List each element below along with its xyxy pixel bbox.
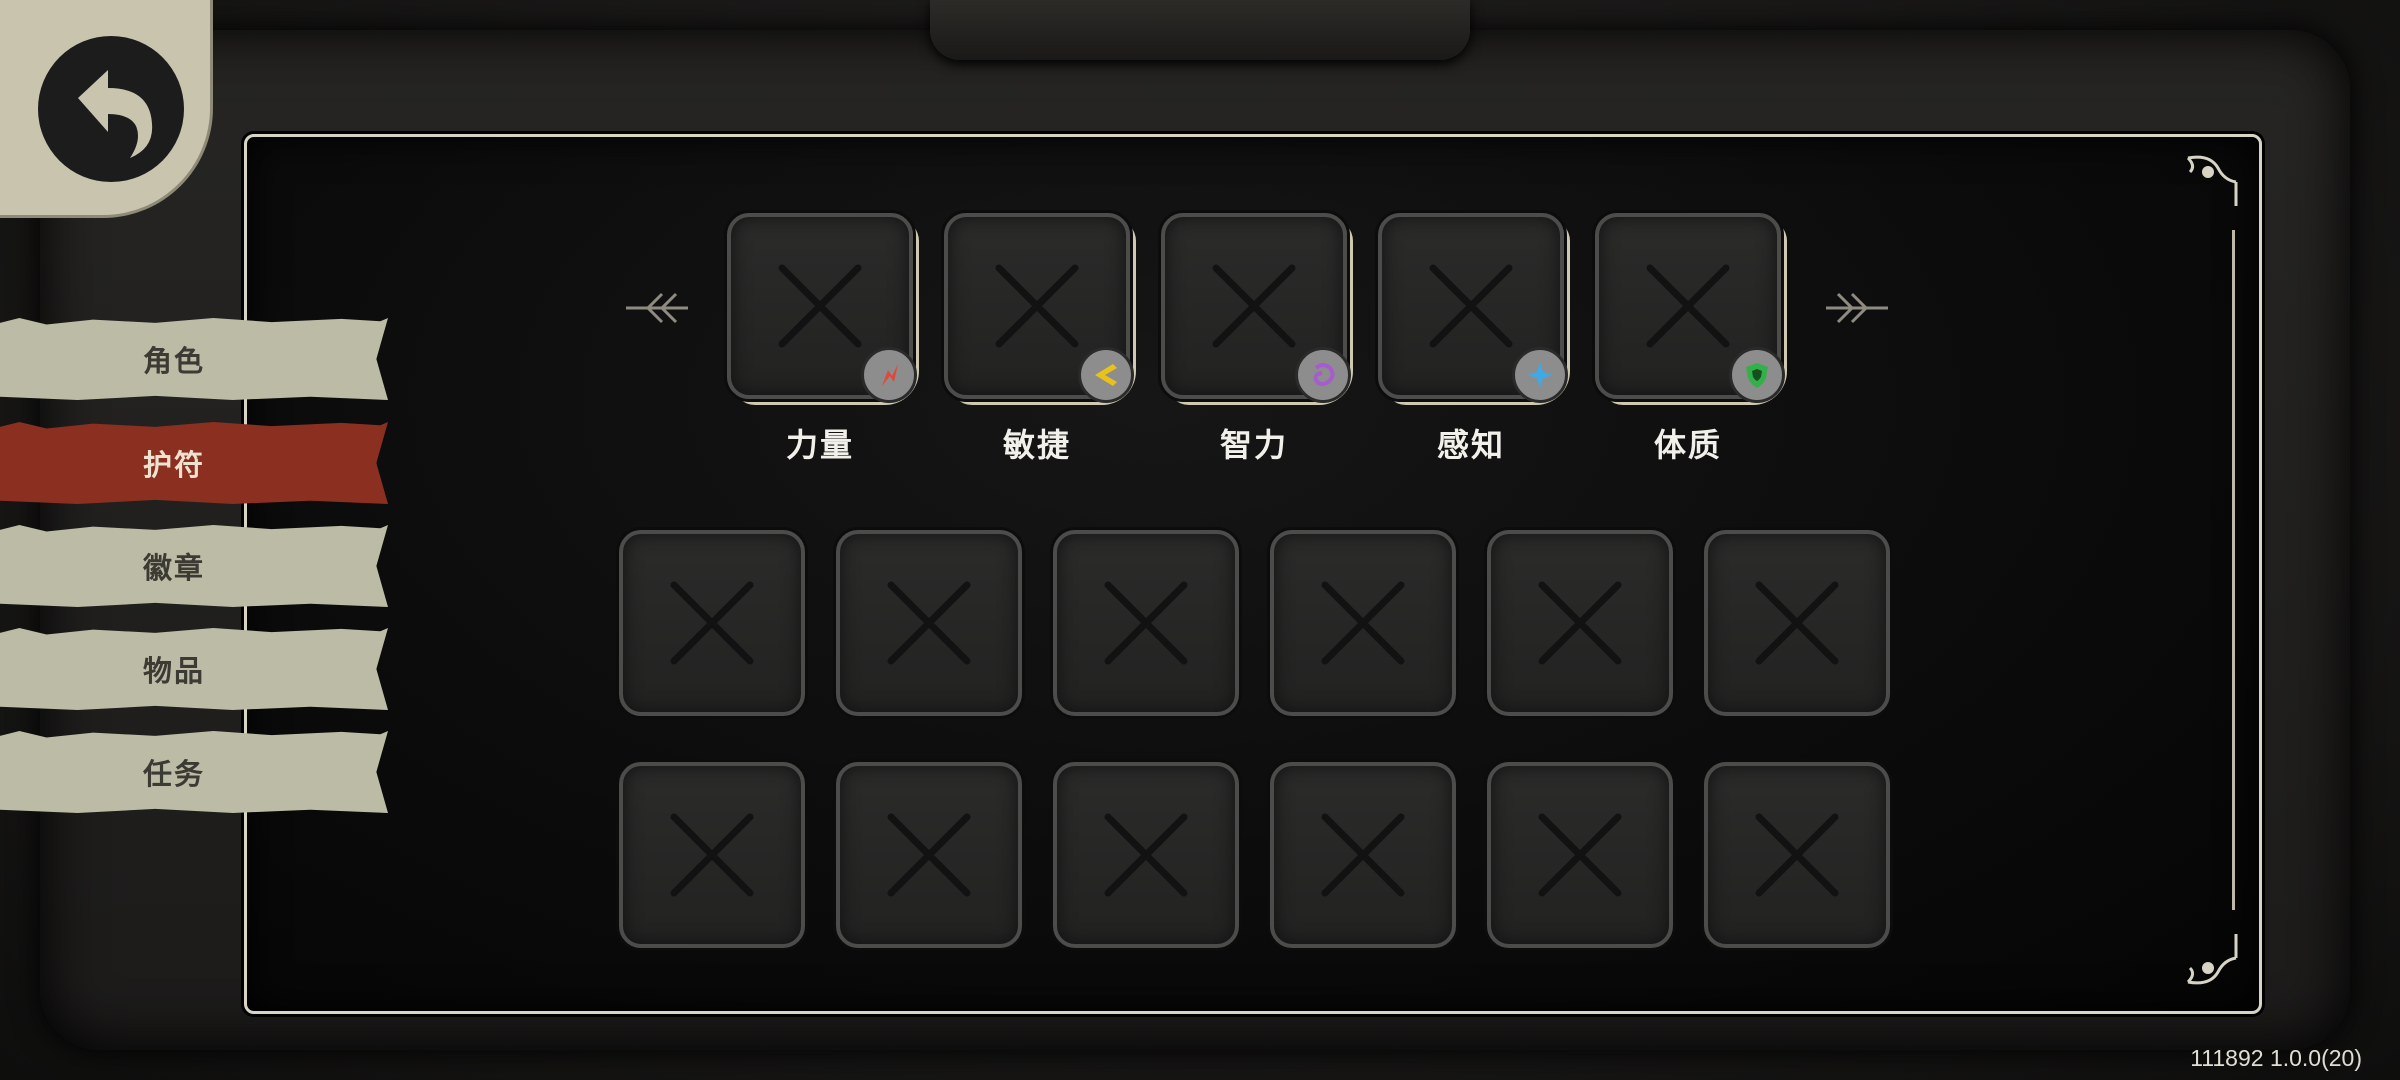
- tab-items[interactable]: 物品: [0, 628, 388, 710]
- strength-icon: [861, 347, 917, 403]
- corner-ornament-icon: [2186, 155, 2238, 206]
- empty-slot-x-icon: [1104, 581, 1188, 665]
- previous-arrow-icon[interactable]: [622, 288, 692, 328]
- attribute-slot-intellect[interactable]: [1161, 213, 1351, 403]
- intellect-icon: [1295, 347, 1351, 403]
- next-arrow-icon[interactable]: [1822, 288, 1892, 328]
- amulet-slot[interactable]: [1487, 762, 1673, 948]
- perception-icon: [1512, 347, 1568, 403]
- empty-slot-x-icon: [887, 813, 971, 897]
- attribute-slot-constitution[interactable]: [1595, 213, 1785, 403]
- attribute-slot-perception[interactable]: [1378, 213, 1568, 403]
- empty-slot-x-icon: [1538, 813, 1622, 897]
- top-ornament: [930, 0, 1470, 60]
- empty-slot-x-icon: [1646, 264, 1730, 348]
- amulet-slot[interactable]: [1270, 762, 1456, 948]
- amulet-slot[interactable]: [619, 762, 805, 948]
- attribute-label-perception: 感知: [1436, 426, 1505, 464]
- amulet-slot[interactable]: [1704, 762, 1890, 948]
- version-label: 111892 1.0.0(20): [2190, 1045, 2362, 1071]
- corner-ornament-icon: [2186, 934, 2238, 985]
- amulet-slot[interactable]: [836, 530, 1022, 716]
- back-button[interactable]: [0, 0, 213, 218]
- amulet-slot[interactable]: [1053, 762, 1239, 948]
- amulet-slot[interactable]: [836, 762, 1022, 948]
- empty-slot-x-icon: [670, 581, 754, 665]
- back-button-circle: [38, 36, 184, 182]
- empty-slot-x-icon: [1212, 264, 1296, 348]
- back-arrow-icon: [78, 70, 153, 158]
- panel-divider: [2232, 230, 2235, 910]
- empty-slot-x-icon: [778, 264, 862, 348]
- empty-slot-x-icon: [1104, 813, 1188, 897]
- constitution-icon: [1729, 347, 1785, 403]
- tab-badge[interactable]: 徽章: [0, 525, 388, 607]
- empty-slot-x-icon: [1755, 813, 1839, 897]
- amulet-slot[interactable]: [1487, 530, 1673, 716]
- empty-slot-x-icon: [995, 264, 1079, 348]
- attribute-label-agility: 敏捷: [1002, 426, 1071, 464]
- attribute-slot-strength[interactable]: [727, 213, 917, 403]
- attribute-label-constitution: 体质: [1653, 426, 1722, 464]
- tab-character[interactable]: 角色: [0, 318, 388, 400]
- attribute-slot-agility[interactable]: [944, 213, 1134, 403]
- amulet-slot[interactable]: [1704, 530, 1890, 716]
- empty-slot-x-icon: [1538, 581, 1622, 665]
- empty-slot-x-icon: [1321, 813, 1405, 897]
- empty-slot-x-icon: [887, 581, 971, 665]
- empty-slot-x-icon: [1755, 581, 1839, 665]
- empty-slot-x-icon: [1321, 581, 1405, 665]
- tab-quests[interactable]: 任务: [0, 731, 388, 813]
- attribute-label-intellect: 智力: [1219, 426, 1288, 464]
- agility-icon: [1078, 347, 1134, 403]
- empty-slot-x-icon: [1429, 264, 1513, 348]
- tab-amulet[interactable]: 护符: [0, 422, 388, 504]
- amulet-slot[interactable]: [1053, 530, 1239, 716]
- amulet-slot[interactable]: [1270, 530, 1456, 716]
- amulet-slot[interactable]: [619, 530, 805, 716]
- attribute-label-strength: 力量: [785, 426, 854, 464]
- empty-slot-x-icon: [670, 813, 754, 897]
